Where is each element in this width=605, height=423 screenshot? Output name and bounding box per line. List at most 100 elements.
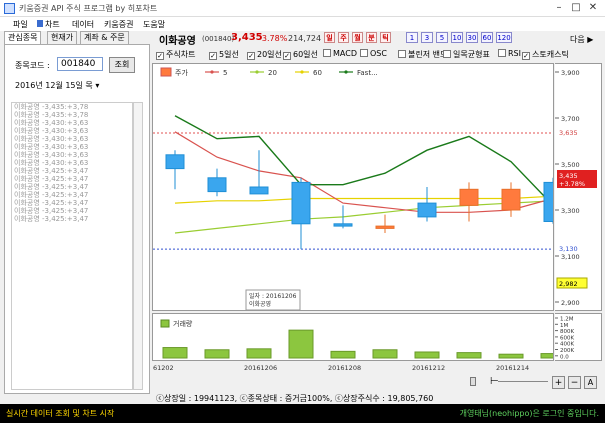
period-day[interactable]: 일 — [324, 32, 335, 43]
period-minute[interactable]: 분 — [366, 32, 377, 43]
menu-bar: 파일 차트 데이터 키움증권 도움말 — [0, 17, 605, 31]
volume-axis: 1.2M1M800K600K400K200K0.0 — [555, 313, 602, 361]
menu-data[interactable]: 데이터 — [72, 19, 94, 30]
volume-legend-label: 거래량 — [173, 319, 193, 328]
candle-body[interactable] — [501, 188, 521, 211]
indicator-7[interactable]: 일목균형표 — [443, 49, 490, 60]
menu-file[interactable]: 파일 — [13, 19, 28, 30]
volume-legend-swatch — [160, 319, 170, 328]
candle-body[interactable] — [165, 154, 185, 170]
period-tick[interactable]: 틱 — [380, 32, 391, 43]
current-change-tag: +3.78% — [559, 180, 585, 188]
candle-body[interactable] — [417, 202, 437, 218]
indicator-checkbox[interactable]: ✓ — [247, 52, 255, 60]
ma60-line — [174, 195, 553, 204]
realtime-log-list[interactable]: 이화공영 -3,435:+3,78 이화공영 -3,435:+3,78 이화공영 -… — [11, 102, 133, 390]
indicator-0[interactable]: ✓ 주식차트 — [156, 49, 195, 60]
price-chart[interactable]: 주가 5 20 60 Fast... 일자 : 20161206이화공영 — [152, 63, 554, 311]
indicator-checkbox[interactable]: ✓ — [209, 52, 217, 60]
next-button[interactable]: 다음 ▶ — [570, 34, 593, 45]
log-line: 이화공영 -3,425:+3,47 — [14, 207, 89, 215]
scroll-thumb[interactable] — [470, 377, 476, 386]
indicator-5[interactable]: OSC — [360, 49, 387, 58]
candle-body[interactable] — [249, 186, 269, 195]
indicator-1[interactable]: ✓ 5일선 — [209, 49, 239, 60]
volume-bar[interactable] — [372, 349, 398, 359]
volume-bar[interactable] — [414, 351, 440, 359]
status-left: 실시간 데이터 조회 및 차트 시작 — [6, 409, 115, 418]
tab-watchlist[interactable]: 관심종목 — [4, 31, 42, 44]
date-label: 20161208 — [328, 364, 361, 372]
period-num-3[interactable]: 3 — [421, 32, 433, 43]
date-select-value: 2016년 12월 15일 목 — [15, 81, 93, 90]
menu-help[interactable]: 도움말 — [143, 19, 165, 30]
tab-account-order[interactable]: 계좌 & 주문 — [80, 31, 129, 44]
period-num-30[interactable]: 30 — [466, 32, 478, 43]
candle-body[interactable] — [333, 223, 353, 227]
indicator-checkbox[interactable] — [498, 49, 506, 57]
indicator-checkbox[interactable]: ✓ — [156, 52, 164, 60]
indicator-8[interactable]: RSI — [498, 49, 521, 58]
stock-code-input[interactable]: 001840 — [57, 57, 103, 71]
candle-body[interactable] — [543, 181, 554, 222]
legend-label: 5 — [223, 69, 227, 77]
tooltip-date: 일자 : 20161206 — [249, 292, 297, 300]
search-button[interactable]: 조회 — [109, 57, 135, 73]
indicator-checkbox[interactable] — [443, 50, 451, 58]
candle-body[interactable] — [207, 177, 227, 193]
candle-body[interactable] — [291, 181, 311, 225]
period-num-120[interactable]: 120 — [496, 32, 512, 43]
zoom-out-button[interactable]: − — [568, 376, 581, 389]
indicator-label: 볼린저 밴드 — [408, 50, 448, 59]
period-num-1[interactable]: 1 — [406, 32, 418, 43]
period-num-60[interactable]: 60 — [481, 32, 493, 43]
legend-label: 주가 — [175, 68, 188, 77]
menu-chart[interactable]: 차트 — [45, 19, 60, 30]
indicator-2[interactable]: ✓ 20일선 — [247, 49, 282, 60]
indicator-3[interactable]: ✓ 60일선 — [283, 49, 318, 60]
volume-bar[interactable] — [288, 329, 314, 359]
volume-bar[interactable] — [498, 353, 524, 359]
chart-header: 이화공영 (001840) 3,435 -3.78% 214,724 일주월분틱… — [152, 31, 602, 47]
indicator-label: MACD — [333, 49, 357, 58]
maximize-button[interactable]: □ — [569, 2, 583, 14]
volume-bar[interactable] — [246, 348, 272, 359]
tab-current-price[interactable]: 현재가 — [47, 31, 78, 44]
close-button[interactable]: ✕ — [586, 2, 600, 14]
indicator-bar: ✓ 주식차트 ✓ 5일선 ✓ 20일선 ✓ 60일선 MACD OSC 볼린저 밴드 일목균형표 RSI… — [152, 46, 602, 62]
volume-bar[interactable] — [540, 353, 554, 359]
indicator-checkbox[interactable] — [323, 49, 331, 57]
indicator-6[interactable]: 볼린저 밴드 — [398, 49, 447, 60]
legend-label: 60 — [313, 69, 322, 77]
zoom-slider[interactable] — [498, 381, 548, 382]
candle-body[interactable] — [459, 188, 479, 206]
log-scrollbar[interactable] — [133, 102, 143, 390]
period-num-5[interactable]: 5 — [436, 32, 448, 43]
candle-body[interactable] — [375, 225, 395, 229]
volume-bar[interactable] — [162, 347, 188, 359]
resistance-tag: 3,635 — [559, 129, 578, 137]
log-line: 이화공영 -3,430:+3,63 — [14, 127, 89, 135]
date-label: 61202 — [153, 364, 174, 372]
period-num-10[interactable]: 10 — [451, 32, 463, 43]
menu-kiwoom[interactable]: 키움증권 — [104, 19, 133, 30]
period-month[interactable]: 월 — [352, 32, 363, 43]
minimize-button[interactable]: – — [552, 2, 566, 14]
indicator-9[interactable]: ✓ 스토캐스틱 — [522, 49, 569, 60]
volume-chart[interactable]: 거래량 — [152, 313, 554, 361]
auto-scale-button[interactable]: A — [584, 376, 597, 389]
log-line: 이화공영 -3,425:+3,47 — [14, 215, 89, 223]
indicator-4[interactable]: MACD — [323, 49, 357, 58]
indicator-label: 60일선 — [293, 50, 318, 59]
volume-bar[interactable] — [456, 352, 482, 359]
date-select[interactable]: 2016년 12월 15일 목 ▾ — [15, 80, 99, 92]
indicator-checkbox[interactable] — [360, 49, 368, 57]
zoom-in-button[interactable]: + — [552, 376, 565, 389]
indicator-checkbox[interactable] — [398, 50, 406, 58]
indicator-checkbox[interactable]: ✓ — [522, 52, 530, 60]
volume-axis-label: 0.0 — [560, 354, 569, 360]
volume-bar[interactable] — [330, 350, 356, 359]
volume-bar[interactable] — [204, 349, 230, 359]
indicator-checkbox[interactable]: ✓ — [283, 52, 291, 60]
period-week[interactable]: 주 — [338, 32, 349, 43]
